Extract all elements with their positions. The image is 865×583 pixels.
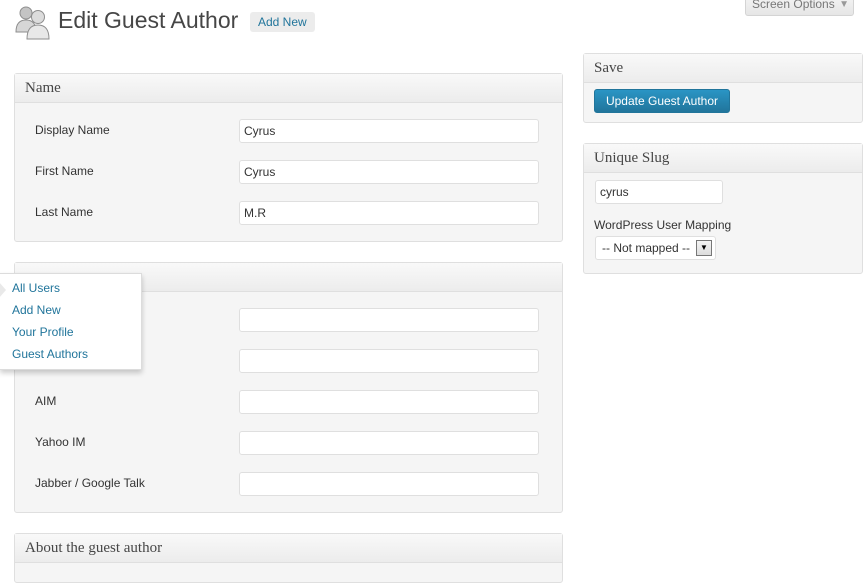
aim-label: AIM — [35, 394, 57, 408]
yahoo-im-input[interactable] — [239, 431, 539, 455]
menu-item-guest-authors[interactable]: Guest Authors — [12, 346, 88, 362]
display-name-input[interactable] — [239, 119, 539, 143]
contact-field-1-input[interactable] — [239, 308, 539, 332]
user-mapping-select[interactable]: -- Not mapped -- ▼ — [595, 236, 716, 260]
first-name-label: First Name — [35, 164, 94, 178]
name-box: Name Display Name First Name Last Name — [14, 73, 563, 242]
yahoo-im-label: Yahoo IM — [35, 435, 86, 449]
dropdown-arrow-icon: ▼ — [696, 240, 712, 256]
first-name-input[interactable] — [239, 160, 539, 184]
display-name-row: Display Name — [35, 119, 545, 143]
last-name-row: Last Name — [35, 201, 545, 225]
about-box-title: About the guest author — [15, 534, 562, 563]
page-title: Edit Guest Author — [58, 7, 239, 33]
chevron-down-icon: ▼ — [839, 0, 849, 10]
slug-input[interactable] — [595, 180, 723, 204]
menu-item-your-profile[interactable]: Your Profile — [12, 324, 74, 340]
save-box-title: Save — [584, 54, 862, 83]
user-mapping-label: WordPress User Mapping — [594, 218, 732, 232]
jabber-input[interactable] — [239, 472, 539, 496]
jabber-row: Jabber / Google Talk — [35, 472, 545, 496]
menu-item-all-users[interactable]: All Users — [12, 280, 60, 296]
jabber-label: Jabber / Google Talk — [35, 476, 145, 490]
users-flyout-menu: All Users Add New Your Profile Guest Aut… — [0, 273, 142, 370]
name-box-title: Name — [15, 74, 562, 103]
first-name-row: First Name — [35, 160, 545, 184]
users-icon — [14, 4, 50, 40]
about-box: About the guest author — [14, 533, 563, 583]
slug-box: Unique Slug WordPress User Mapping -- No… — [583, 143, 863, 274]
screen-options-label: Screen Options — [752, 0, 835, 11]
flyout-pointer — [0, 282, 6, 298]
menu-item-add-new[interactable]: Add New — [12, 302, 61, 318]
yahoo-im-row: Yahoo IM — [35, 431, 545, 455]
last-name-input[interactable] — [239, 201, 539, 225]
add-new-button[interactable]: Add New — [250, 12, 315, 32]
screen-options-button[interactable]: Screen Options ▼ — [745, 0, 854, 16]
display-name-label: Display Name — [35, 123, 110, 137]
update-guest-author-button[interactable]: Update Guest Author — [594, 89, 730, 113]
save-box: Save Update Guest Author — [583, 53, 863, 123]
aim-row: AIM — [35, 390, 545, 414]
contact-field-2-input[interactable] — [239, 349, 539, 373]
user-mapping-selected: -- Not mapped -- — [602, 241, 691, 255]
slug-box-title: Unique Slug — [584, 144, 862, 173]
last-name-label: Last Name — [35, 205, 94, 219]
aim-input[interactable] — [239, 390, 539, 414]
